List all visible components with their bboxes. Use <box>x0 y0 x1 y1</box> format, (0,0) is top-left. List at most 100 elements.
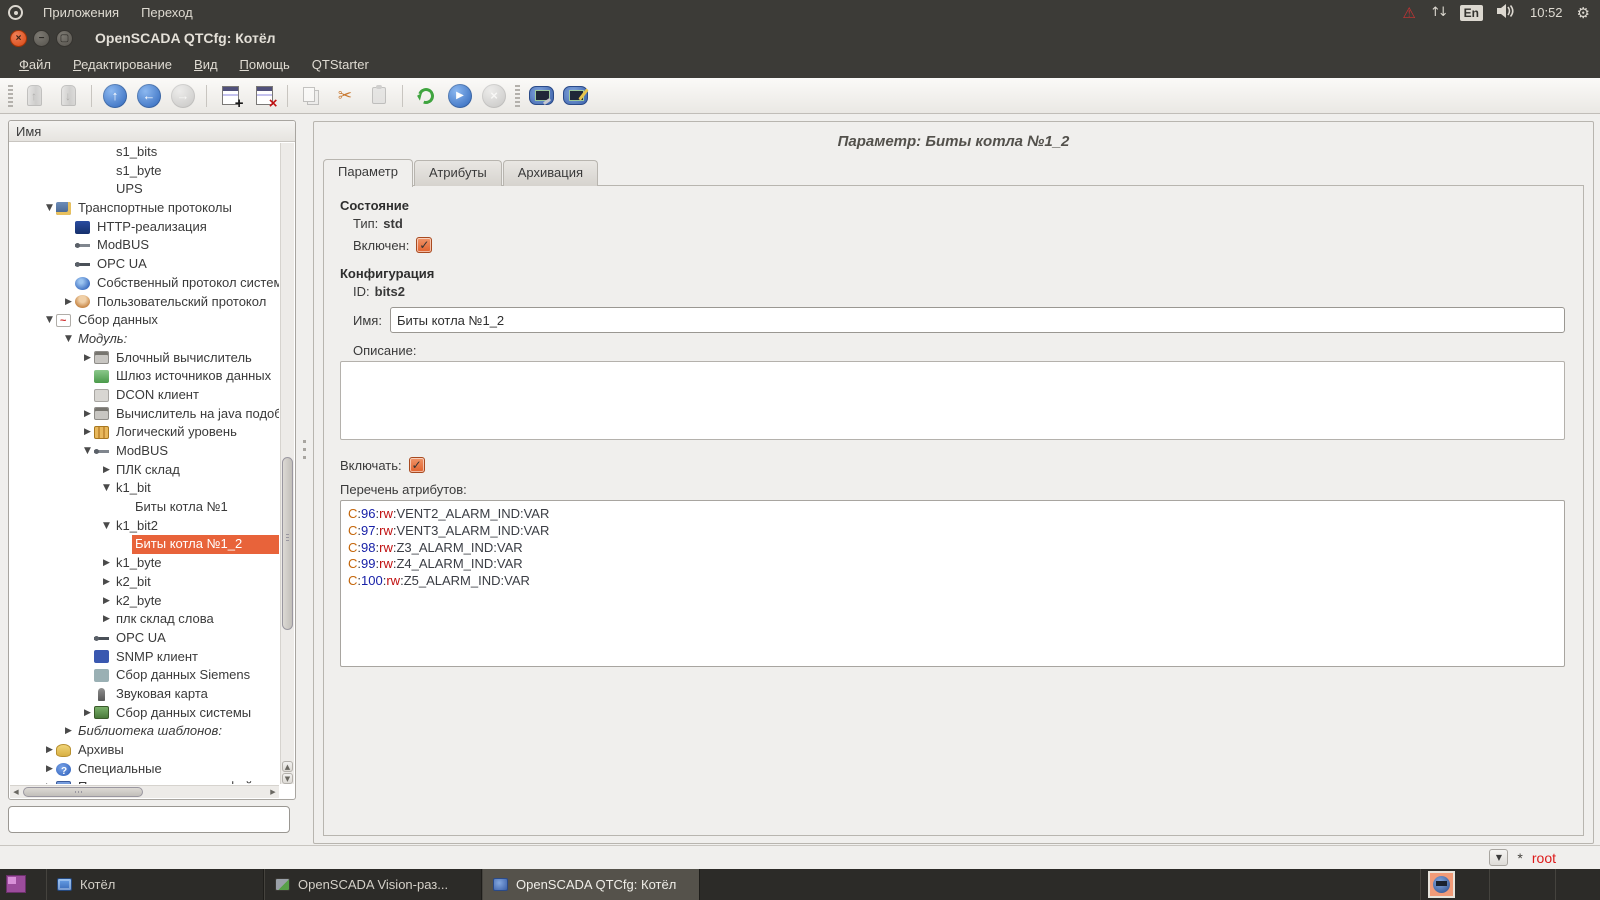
tree-item[interactable]: ▶k2_bit <box>10 573 279 592</box>
to-enable-checkbox[interactable] <box>409 457 425 473</box>
workspace-switcher-icon[interactable] <box>6 875 26 893</box>
expand-arrow-icon[interactable]: ▼ <box>81 442 94 461</box>
add-item-icon[interactable]: + <box>213 81 247 111</box>
places-menu[interactable]: Переход <box>130 0 204 25</box>
tree-item[interactable]: ▶Специальные <box>10 760 279 779</box>
tree-item[interactable]: ▶k2_byte <box>10 592 279 611</box>
expand-arrow-icon[interactable]: ▶ <box>100 573 113 592</box>
applications-menu[interactable]: Приложения <box>32 0 130 25</box>
toolbar-handle[interactable] <box>8 85 13 107</box>
expand-arrow-icon[interactable]: ▶ <box>81 704 94 723</box>
expand-arrow-icon[interactable]: ▼ <box>100 517 113 536</box>
start-icon[interactable]: ▶ <box>443 81 477 111</box>
gear-icon[interactable]: ⚙ <box>1577 4 1590 22</box>
scrollbar-thumb[interactable] <box>23 787 143 797</box>
expand-arrow-icon[interactable]: ▼ <box>62 330 75 349</box>
description-textarea[interactable] <box>340 361 1565 440</box>
expand-arrow-icon[interactable]: ▶ <box>100 610 113 629</box>
expand-arrow-icon[interactable]: ▶ <box>81 349 94 368</box>
expand-arrow-icon[interactable]: ▶ <box>62 722 75 741</box>
expand-arrow-icon[interactable]: ▶ <box>43 760 56 779</box>
scrollbar-thumb[interactable] <box>282 457 293 630</box>
maximize-icon[interactable]: ▢ <box>56 30 73 47</box>
tree-item[interactable]: Сбор данных Siemens <box>10 666 279 685</box>
session-icon[interactable] <box>8 5 23 20</box>
taskbar-button[interactable]: OpenSCADA QTCfg: Котёл <box>482 869 700 900</box>
tree-item[interactable]: Собственный протокол системы <box>10 274 279 293</box>
back-icon[interactable]: ← <box>132 81 166 111</box>
taskbar-button[interactable]: Котёл <box>46 869 264 900</box>
keyboard-indicator[interactable]: En <box>1460 5 1483 21</box>
tree-item[interactable]: Биты котла №1 <box>10 498 279 517</box>
up-level-icon[interactable]: ↑ <box>98 81 132 111</box>
tree-item[interactable]: ▶плк склад слова <box>10 610 279 629</box>
tree-item[interactable]: Шлюз источников данных <box>10 367 279 386</box>
scroll-down-button[interactable]: ▼ <box>282 773 293 784</box>
tray-openscada-icon[interactable] <box>1428 871 1455 898</box>
tree-item[interactable]: ▶Библиотека шаблонов: <box>10 722 279 741</box>
expand-arrow-icon[interactable]: ▶ <box>81 423 94 442</box>
taskbar-button[interactable]: OpenSCADA Vision-раз... <box>264 869 482 900</box>
expand-arrow-icon[interactable]: ▼ <box>43 199 56 218</box>
tree-item[interactable]: HTTP-реализация <box>10 218 279 237</box>
tree-vertical-scrollbar[interactable]: ▲ ▼ <box>280 143 294 784</box>
tree-item[interactable]: ▼k1_bit2 <box>10 517 279 536</box>
tree-item[interactable]: ▶ПЛК склад <box>10 461 279 480</box>
tree-item[interactable]: ▶Логический уровень <box>10 423 279 442</box>
expand-arrow-icon[interactable]: ▶ <box>100 592 113 611</box>
menu-item-1[interactable]: Файл <box>8 53 62 76</box>
qtcfg-module-icon[interactable] <box>524 81 558 111</box>
scroll-up-button[interactable]: ▲ <box>282 761 293 772</box>
expand-arrow-icon[interactable]: ▼ <box>43 311 56 330</box>
menu-item-5[interactable]: QTStarter <box>301 53 380 76</box>
expand-arrow-icon[interactable]: ▶ <box>62 293 75 312</box>
tree-item[interactable]: ▼Транспортные протоколы <box>10 199 279 218</box>
scroll-right-button[interactable]: ▶ <box>267 787 279 797</box>
clock[interactable]: 10:52 <box>1530 5 1563 20</box>
tree-item[interactable]: ModBUS <box>10 236 279 255</box>
tree-item[interactable]: s1_byte <box>10 162 279 181</box>
enabled-checkbox[interactable] <box>416 237 432 253</box>
scroll-left-button[interactable]: ◀ <box>10 787 22 797</box>
expand-arrow-icon[interactable]: ▼ <box>100 479 113 498</box>
tree-filter-input[interactable] <box>8 806 290 833</box>
tree-item[interactable]: ▶Сбор данных системы <box>10 704 279 723</box>
tree-item[interactable]: ▶Блочный вычислитель <box>10 349 279 368</box>
tree-item[interactable]: SNMP клиент <box>10 648 279 667</box>
warning-icon[interactable]: ⚠ <box>1402 4 1415 22</box>
status-dropdown-button[interactable]: ▼ <box>1489 849 1508 866</box>
expand-arrow-icon[interactable]: ▶ <box>81 405 94 424</box>
tree-item[interactable]: ▶Пользовательский протокол <box>10 293 279 312</box>
tree-item[interactable]: OPC UA <box>10 629 279 648</box>
expand-arrow-icon[interactable]: ▶ <box>43 741 56 760</box>
tree-item[interactable]: ▶k1_byte <box>10 554 279 573</box>
menu-item-3[interactable]: Вид <box>183 53 229 76</box>
toolbar-handle[interactable] <box>515 85 520 107</box>
menu-item-4[interactable]: Помощь <box>229 53 301 76</box>
tab-Атрибуты[interactable]: Атрибуты <box>414 160 502 186</box>
tree-item[interactable]: ▶Архивы <box>10 741 279 760</box>
delete-item-icon[interactable]: × <box>247 81 281 111</box>
tree-item[interactable]: ▶Пользовательские интерфейсы <box>10 778 279 784</box>
tree-item[interactable]: DCON клиент <box>10 386 279 405</box>
name-input[interactable] <box>390 307 1565 333</box>
expand-arrow-icon[interactable]: ▶ <box>100 554 113 573</box>
tab-Параметр[interactable]: Параметр <box>323 159 413 187</box>
expand-arrow-icon[interactable]: ▶ <box>100 461 113 480</box>
tree-item[interactable]: ▼Модуль: <box>10 330 279 349</box>
tree-item[interactable]: ▼ModBUS <box>10 442 279 461</box>
refresh-icon[interactable] <box>409 81 443 111</box>
tree-header[interactable]: Имя <box>9 121 295 142</box>
tab-Архивация[interactable]: Архивация <box>503 160 598 186</box>
tree-item[interactable]: Звуковая карта <box>10 685 279 704</box>
close-icon[interactable]: × <box>10 30 27 47</box>
splitter-handle[interactable] <box>303 440 306 462</box>
tree-item[interactable]: Биты котла №1_2 <box>10 535 279 554</box>
tree-item[interactable]: ▶Вычислитель на java подобном <box>10 405 279 424</box>
tree-item[interactable]: ▼Сбор данных <box>10 311 279 330</box>
tree-item[interactable]: s1_bits <box>10 143 279 162</box>
cut-icon[interactable]: ✂ <box>328 81 362 111</box>
volume-icon[interactable] <box>1497 4 1516 21</box>
tree-item[interactable]: OPC UA <box>10 255 279 274</box>
network-arrows-icon[interactable]: ↑↓ <box>1430 5 1446 20</box>
